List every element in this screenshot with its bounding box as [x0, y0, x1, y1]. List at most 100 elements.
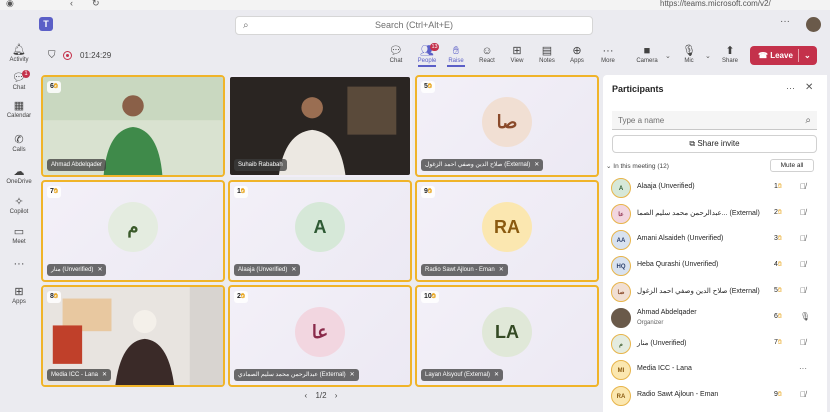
apps-button[interactable]: ⊕ Apps: [562, 44, 592, 64]
hand-icon: ✋︎: [777, 235, 782, 242]
people-button[interactable]: 👥︎ 13 People: [412, 43, 442, 67]
chevron-down-icon[interactable]: ⌄: [705, 52, 711, 60]
participant-name-label: Media ICC - Lana ✕: [47, 369, 112, 381]
chat-icon: 💬︎: [12, 72, 26, 84]
mic-muted-icon[interactable]: 🎙̸: [800, 260, 806, 269]
mute-all-button[interactable]: Mute all: [770, 159, 814, 172]
browser-url[interactable]: https://teams.microsoft.com/v2/: [660, 0, 771, 8]
participant-tile[interactable]: عا 2✋︎ عبدالرحمن محمد سليم الصمادي (Exte…: [228, 285, 412, 387]
share-button-label: Share: [721, 58, 738, 64]
mic-icon[interactable]: 🎙︎: [800, 312, 810, 321]
page-indicator: 1/2: [315, 391, 327, 400]
mic-muted-icon[interactable]: 🎙̸: [800, 182, 806, 191]
avatar: صا: [482, 97, 532, 148]
people-badge: 13: [430, 43, 439, 51]
refresh-icon[interactable]: ↻: [92, 0, 100, 9]
react-button[interactable]: ☺ React: [472, 44, 502, 64]
rail-item-copilot[interactable]: ✧ Copilot: [0, 196, 38, 215]
more-options-icon[interactable]: ···: [786, 83, 795, 93]
mic-button[interactable]: 🎙︎ Mic: [674, 44, 704, 64]
rail-item-onedrive[interactable]: ☁︎ OneDrive: [0, 166, 38, 185]
rail-item-meet[interactable]: ▭ Meet: [0, 226, 38, 245]
more-button[interactable]: ··· More: [593, 44, 623, 64]
view-button[interactable]: ⊞ View: [502, 44, 532, 64]
recording-icon: [63, 51, 72, 60]
participant-row[interactable]: AA Amani Alsaideh (Unverified) 3✋︎ 🎙̸: [611, 229, 819, 251]
rail-item-apps[interactable]: ⊞ Apps: [0, 286, 38, 305]
mic-icon: 🎙︎: [682, 45, 696, 57]
hand-icon: ✋︎: [777, 183, 782, 190]
participant-row[interactable]: RA Radio Sawt Ajloun - Eman 9✋︎ 🎙̸: [611, 385, 819, 407]
participant-tile[interactable]: RA 9✋︎ Radio Sawt Ajloun - Eman ✕: [415, 180, 599, 282]
participant-tile[interactable]: 8✋︎ Media ICC - Lana ✕: [41, 285, 225, 387]
hand-icon: ✋︎: [427, 188, 432, 195]
back-icon[interactable]: ‹: [70, 0, 73, 8]
avatar[interactable]: [806, 17, 821, 32]
raised-hand-badge: 1✋︎: [234, 186, 248, 198]
participant-row[interactable]: Ahmad Abdelqader Organizer 6✋︎ 🎙︎: [611, 307, 819, 329]
participant-tile[interactable]: Suhaib Rababah: [228, 75, 412, 177]
avatar: MI: [611, 360, 631, 380]
raise-hand-button[interactable]: ✋︎ Raise: [441, 44, 471, 67]
more-options-icon[interactable]: ···: [780, 16, 790, 27]
apps-button-label: Apps: [570, 58, 584, 64]
rail-item-calendar[interactable]: ▦ Calendar: [0, 100, 38, 119]
chat-button[interactable]: 💬︎ Chat: [381, 44, 411, 64]
participant-tile[interactable]: صا 5✋︎ صلاح الدين وصفي احمد الزغول (Exte…: [415, 75, 599, 177]
in-meeting-section-toggle[interactable]: ⌄ In this meeting (12): [606, 162, 669, 170]
copilot-icon: ✧: [14, 196, 24, 208]
chevron-down-icon[interactable]: ⌄: [665, 52, 671, 60]
participant-row[interactable]: HQ Heba Qurashi (Unverified) 4✋︎ 🎙̸: [611, 255, 819, 277]
more-options-icon[interactable]: ···: [799, 364, 807, 373]
mic-muted-icon[interactable]: 🎙̸: [800, 390, 806, 399]
share-button[interactable]: ⬆ Share: [715, 44, 745, 64]
rail-more-icon[interactable]: ···: [0, 258, 38, 271]
hand-icon: ✋︎: [431, 293, 436, 300]
meeting-timer: 01:24:29: [80, 51, 112, 60]
participant-tile[interactable]: LA 10✋︎ Layan Alsyouf (External) ✕: [415, 285, 599, 387]
participant-search-input[interactable]: Type a name ⌕: [612, 111, 817, 130]
participant-name-label: صلاح الدين وصفي احمد الزغول (External) ✕: [421, 159, 544, 171]
rail-item-activity[interactable]: 🔔︎ Activity: [0, 44, 38, 63]
mic-muted-icon[interactable]: 🎙̸: [800, 234, 806, 243]
rail-item-calls[interactable]: ✆ Calls: [0, 134, 38, 153]
search-input[interactable]: ⌕ Search (Ctrl+Alt+E): [235, 16, 593, 35]
raised-hand-badge: 9✋︎: [774, 391, 782, 398]
participant-tile[interactable]: A 1✋︎ Alaaja (Unverified) ✕: [228, 180, 412, 282]
close-icon[interactable]: ✕: [805, 82, 813, 93]
more-icon: ···: [602, 45, 614, 57]
rail-label: Calls: [12, 147, 26, 153]
participant-row[interactable]: A Alaaja (Unverified) 1✋︎ 🎙̸: [611, 177, 819, 199]
participant-row[interactable]: MI Media ICC - Lana ···: [611, 359, 819, 381]
raised-hand-badge: 10✋︎: [421, 291, 439, 303]
participant-name-label: عبدالرحمن محمد سليم الصمادي (External) ✕: [234, 369, 359, 381]
participant-tile[interactable]: 6✋︎ Ahmad Abdelqader: [41, 75, 225, 177]
smiley-icon: ☺: [481, 45, 493, 57]
mic-muted-icon[interactable]: 🎙̸: [800, 338, 806, 347]
participant-row[interactable]: عا عبدالرحمن محمد سليم الصما... (Externa…: [611, 203, 819, 225]
raised-hand-badge: 4✋︎: [774, 261, 782, 268]
rail-item-chat[interactable]: 💬︎ 1 Chat: [0, 70, 38, 91]
chevron-left-icon[interactable]: ‹: [305, 391, 308, 400]
camera-button[interactable]: ■ Camera: [632, 44, 662, 64]
participant-name: Radio Sawt Ajloun - Eman: [637, 391, 719, 398]
participant-name: صلاح الدين وصفي احمد الزغول (External): [637, 288, 760, 295]
rail-label: Activity: [9, 57, 29, 63]
chevron-down-icon[interactable]: ⌄: [804, 46, 811, 65]
notes-button[interactable]: ▤ Notes: [532, 44, 562, 64]
share-invite-button[interactable]: ⧉ Share invite: [612, 135, 817, 153]
hand-icon: ✋︎: [777, 209, 782, 216]
mic-muted-icon[interactable]: 🎙̸: [800, 286, 806, 295]
shield-icon[interactable]: ⛉: [48, 50, 56, 61]
hand-icon: ✋︎: [777, 287, 782, 294]
chevron-right-icon[interactable]: ›: [335, 391, 338, 400]
raised-hand-badge: 7✋︎: [47, 186, 61, 198]
participant-name-label: Layan Alsyouf (External) ✕: [421, 369, 504, 381]
participant-row[interactable]: م منار (Unverified) 7✋︎ 🎙̸: [611, 333, 819, 355]
grid-pager: ‹ 1/2 ›: [41, 391, 601, 400]
leave-button[interactable]: ☎ Leave ⌄: [750, 46, 817, 65]
mic-muted-icon[interactable]: 🎙̸: [800, 208, 806, 217]
participant-tile[interactable]: م 7✋︎ منار (Unverified) ✕: [41, 180, 225, 282]
participant-row[interactable]: صا صلاح الدين وصفي احمد الزغول (External…: [611, 281, 819, 303]
raise-button-label: Raise: [448, 58, 464, 64]
